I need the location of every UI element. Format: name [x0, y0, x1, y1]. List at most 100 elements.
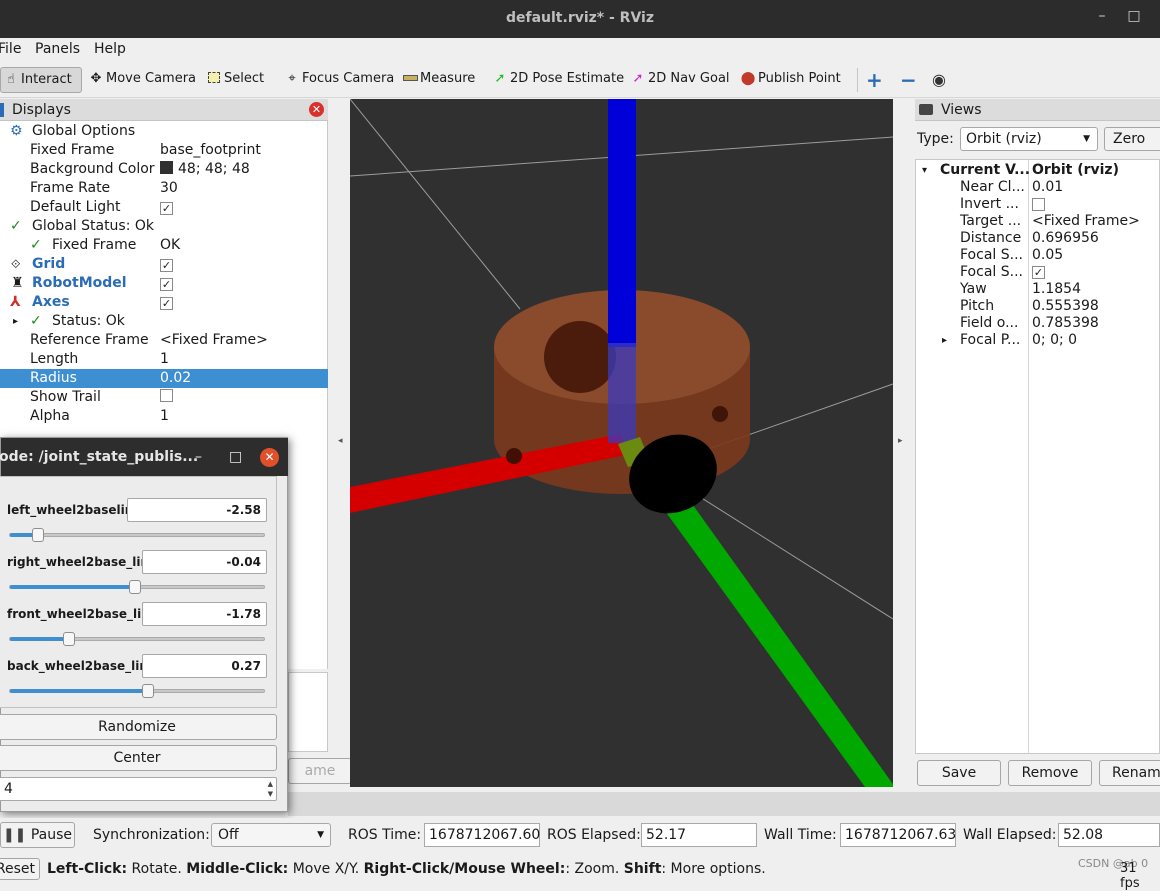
- tree-row-default-light[interactable]: Default Light ✓: [0, 198, 328, 217]
- reset-button[interactable]: Reset: [0, 858, 40, 880]
- eye-icon[interactable]: ◉: [932, 70, 946, 89]
- fixed-frame-value[interactable]: base_footprint: [160, 141, 261, 160]
- splitter-right-handle[interactable]: ▸: [898, 436, 903, 446]
- center-button[interactable]: Center: [0, 745, 277, 771]
- joint-value-input[interactable]: -2.58: [127, 498, 267, 522]
- joint-value-input[interactable]: -0.04: [142, 550, 267, 574]
- maximize-button[interactable]: □: [1124, 8, 1144, 28]
- focus-camera-tool-button[interactable]: ⌖ Focus Camera: [282, 67, 394, 93]
- joint-value-input[interactable]: 0.27: [142, 654, 267, 678]
- reference-frame-value[interactable]: <Fixed Frame>: [160, 331, 268, 350]
- wall-time-field[interactable]: 1678712067.63: [840, 823, 956, 847]
- pause-button[interactable]: ❚❚ Pause: [0, 822, 75, 848]
- joint-slider[interactable]: [9, 632, 265, 646]
- expand-arrow-icon[interactable]: ▾: [922, 162, 927, 179]
- expand-arrow-icon[interactable]: ▸: [942, 332, 947, 349]
- move-camera-tool-button[interactable]: ✥ Move Camera: [86, 67, 196, 93]
- show-trail-checkbox[interactable]: [160, 389, 173, 402]
- default-light-checkbox[interactable]: ✓: [160, 202, 173, 215]
- view-property-row[interactable]: Focal S... ✓: [916, 264, 1159, 281]
- focal-shape-checkbox[interactable]: ✓: [1032, 266, 1045, 279]
- invert-z-checkbox[interactable]: [1032, 198, 1045, 211]
- view-property-value[interactable]: Orbit (rviz): [1032, 162, 1119, 179]
- joint-slider-handle[interactable]: [142, 684, 154, 698]
- joint-slider-handle[interactable]: [63, 632, 75, 646]
- menu-file[interactable]: File: [0, 41, 21, 57]
- alpha-value[interactable]: 1: [160, 407, 169, 426]
- randomize-button[interactable]: Randomize: [0, 714, 277, 740]
- menu-panels[interactable]: Panels: [35, 41, 80, 57]
- tree-row-show-trail[interactable]: Show Trail: [0, 388, 328, 407]
- view-property-row[interactable]: Distance 0.696956: [916, 230, 1159, 247]
- view-property-row[interactable]: Yaw 1.1854: [916, 281, 1159, 298]
- close-icon[interactable]: ✕: [260, 448, 279, 467]
- robot-model-enabled-checkbox[interactable]: ✓: [160, 278, 173, 291]
- view-property-value[interactable]: 0.01: [1032, 179, 1063, 196]
- tree-row-reference-frame[interactable]: Reference Frame <Fixed Frame>: [0, 331, 328, 350]
- view-property-row[interactable]: Field o... 0.785398: [916, 315, 1159, 332]
- joint-slider[interactable]: [9, 580, 265, 594]
- view-property-value[interactable]: 0.785398: [1032, 315, 1099, 332]
- radius-value[interactable]: 0.02: [160, 369, 191, 388]
- view-property-value[interactable]: <Fixed Frame>: [1032, 213, 1140, 230]
- grid-enabled-checkbox[interactable]: ✓: [160, 259, 173, 272]
- tree-row-background-color[interactable]: Background Color 48; 48; 48: [0, 160, 328, 179]
- tree-row-global-options[interactable]: ⚙ Global Options: [0, 122, 328, 141]
- save-view-button[interactable]: Save: [917, 760, 1001, 786]
- tree-row-axes-status[interactable]: ▸ ✓ Status: Ok: [0, 312, 328, 331]
- joint-slider[interactable]: [9, 528, 265, 542]
- nav-goal-tool-button[interactable]: ➚ 2D Nav Goal: [628, 67, 730, 93]
- menu-help[interactable]: Help: [94, 41, 126, 57]
- view-property-row[interactable]: ▸ Focal P... 0; 0; 0: [916, 332, 1159, 349]
- remove-tool-button[interactable]: −: [900, 68, 917, 92]
- tree-row-fixed-frame[interactable]: Fixed Frame base_footprint: [0, 141, 328, 160]
- select-tool-button[interactable]: Select: [204, 67, 264, 93]
- length-value[interactable]: 1: [160, 350, 169, 369]
- view-property-row[interactable]: Invert ...: [916, 196, 1159, 213]
- dialog-minimize-button[interactable]: –: [195, 438, 202, 476]
- tree-row-alpha[interactable]: Alpha 1: [0, 407, 328, 426]
- ros-elapsed-field[interactable]: 52.17: [641, 823, 757, 847]
- axes-enabled-checkbox[interactable]: ✓: [160, 297, 173, 310]
- view-property-row[interactable]: ▾ Current V... Orbit (rviz): [916, 162, 1159, 179]
- pose-estimate-tool-button[interactable]: ➚ 2D Pose Estimate: [490, 67, 625, 93]
- view-property-row[interactable]: Target ... <Fixed Frame>: [916, 213, 1159, 230]
- view-property-value[interactable]: 0; 0; 0: [1032, 332, 1077, 349]
- view-property-row[interactable]: Focal S... 0.05: [916, 247, 1159, 264]
- background-color-value[interactable]: 48; 48; 48: [160, 160, 250, 179]
- joint-slider[interactable]: [9, 684, 265, 698]
- view-property-row[interactable]: Pitch 0.555398: [916, 298, 1159, 315]
- minimize-button[interactable]: –: [1092, 8, 1112, 28]
- render-viewport[interactable]: [350, 99, 893, 787]
- tree-row-radius[interactable]: Radius 0.02: [0, 369, 328, 388]
- splitter-left-handle[interactable]: ◂: [338, 436, 343, 446]
- view-property-value[interactable]: 0.05: [1032, 247, 1063, 264]
- tree-row-axes[interactable]: ⅄ Axes ✓: [0, 293, 328, 312]
- tree-row-frame-rate[interactable]: Frame Rate 30: [0, 179, 328, 198]
- rename-display-button[interactable]: ame: [288, 758, 352, 784]
- zero-button[interactable]: Zero: [1104, 127, 1160, 151]
- joint-slider-handle[interactable]: [32, 528, 44, 542]
- view-property-value[interactable]: 1.1854: [1032, 281, 1081, 298]
- view-property-value[interactable]: 0.696956: [1032, 230, 1099, 247]
- dialog-maximize-button[interactable]: □: [229, 438, 242, 476]
- sync-select[interactable]: Off ▼: [211, 823, 331, 847]
- view-property-row[interactable]: Near Cl... 0.01: [916, 179, 1159, 196]
- measure-tool-button[interactable]: Measure: [400, 67, 475, 93]
- view-property-value[interactable]: 0.555398: [1032, 298, 1099, 315]
- joint-value-input[interactable]: -1.78: [142, 602, 267, 626]
- joint-spinbox[interactable]: 4 ▲ ▼: [0, 777, 277, 801]
- view-type-select[interactable]: Orbit (rviz) ▼: [960, 127, 1098, 151]
- tree-row-length[interactable]: Length 1: [0, 350, 328, 369]
- tree-row-grid[interactable]: ⟐ Grid ✓: [0, 255, 328, 274]
- add-tool-button[interactable]: +: [866, 68, 883, 92]
- remove-view-button[interactable]: Remove: [1008, 760, 1092, 786]
- rename-view-button[interactable]: Renam: [1099, 760, 1160, 786]
- publish-point-tool-button[interactable]: ⬤ Publish Point: [738, 67, 841, 93]
- spin-arrows-icon[interactable]: ▲ ▼: [268, 779, 273, 799]
- close-icon[interactable]: ✕: [309, 102, 324, 117]
- wall-elapsed-field[interactable]: 52.08: [1058, 823, 1160, 847]
- tree-row-robot-model[interactable]: ♜ RobotModel ✓: [0, 274, 328, 293]
- tree-row-status-fixed-frame[interactable]: ✓ Fixed Frame OK: [0, 236, 328, 255]
- tree-row-global-status[interactable]: ✓ Global Status: Ok: [0, 217, 328, 236]
